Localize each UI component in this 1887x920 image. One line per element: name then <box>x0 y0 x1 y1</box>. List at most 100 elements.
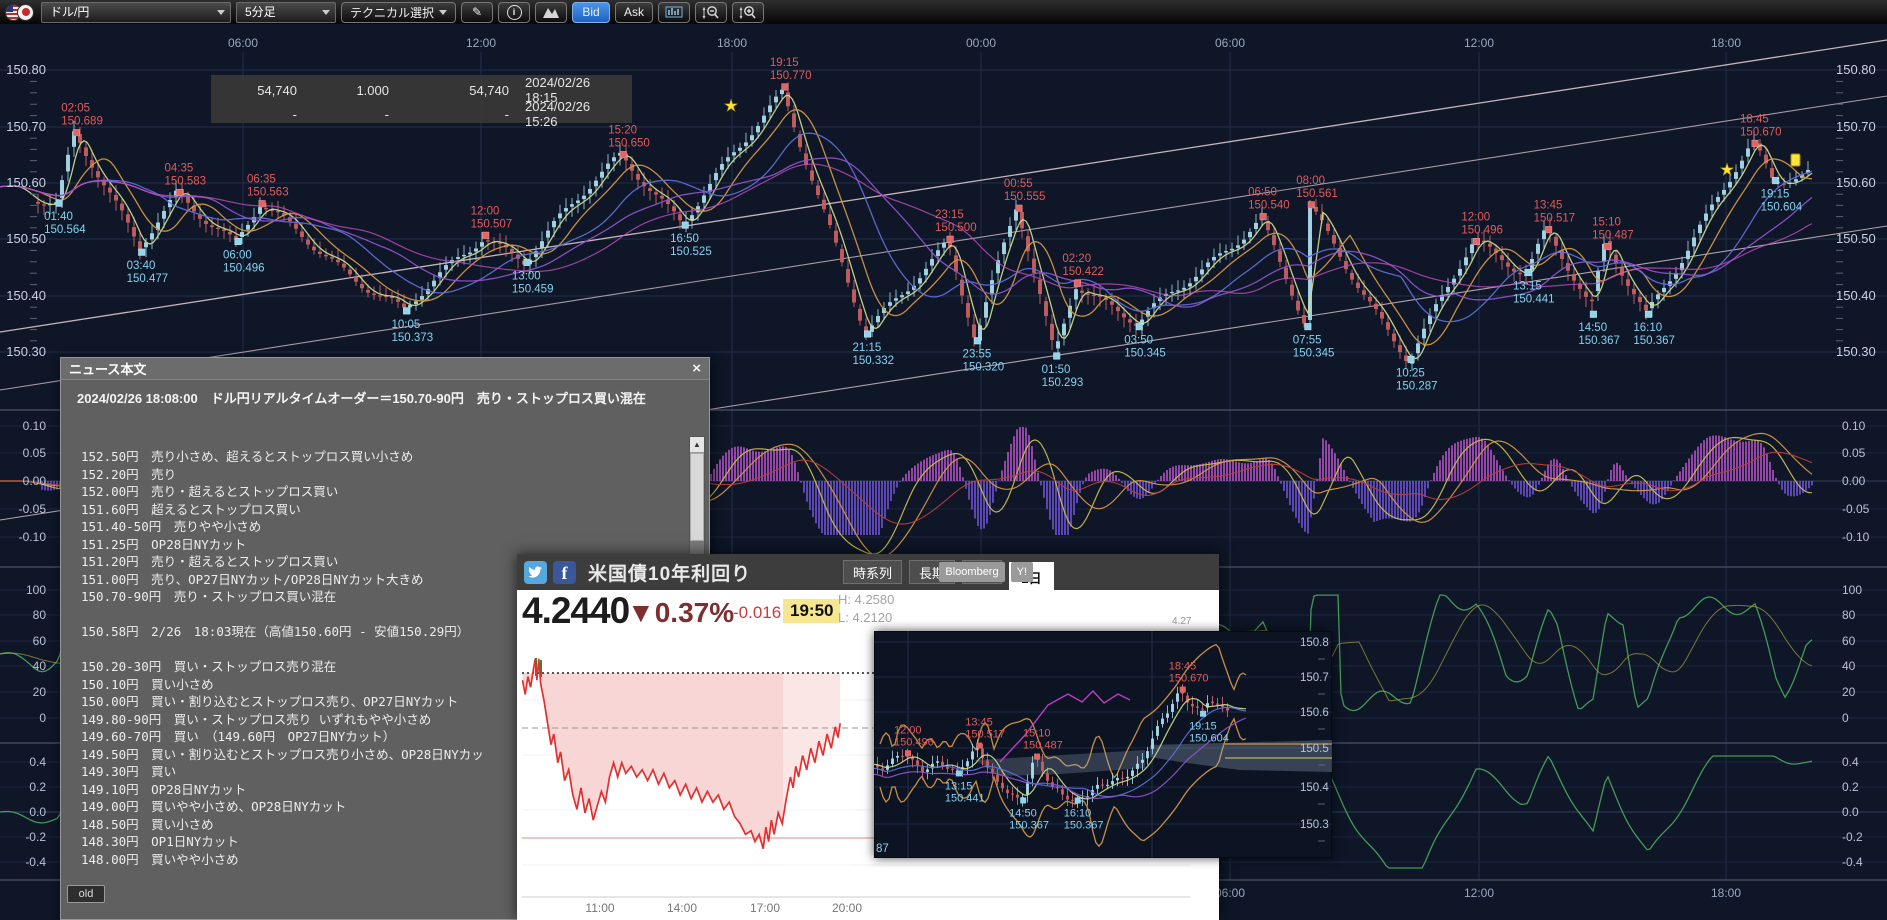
news-line: 152.00円 売り・超えるとストップロス買い <box>81 483 677 501</box>
bid-button[interactable]: Bid <box>572 2 610 23</box>
facebook-icon[interactable]: f <box>553 561 576 584</box>
zoom-out-icon <box>702 5 720 20</box>
yield-change-percent: ▼0.37% <box>627 597 734 629</box>
axis-label: 150.5 <box>1300 743 1329 755</box>
mountain-icon <box>542 5 560 19</box>
news-line: 152.20円 売り <box>81 466 677 484</box>
axis-label: 150.604 <box>1189 733 1229 745</box>
volume-display-button[interactable] <box>658 2 690 23</box>
swing-annotation: 16:10150.367 <box>1633 311 1675 347</box>
axis-label: 87 <box>876 843 889 855</box>
source-button-Y![interactable]: Y! <box>1011 562 1033 582</box>
timeframe-select[interactable]: 5分足 <box>236 2 336 23</box>
axis-label: 0.00 <box>23 474 47 488</box>
twitter-icon[interactable] <box>524 561 547 584</box>
swing-annotation: 08:00150.561 <box>1296 175 1338 208</box>
axis-label: 0.05 <box>23 446 47 460</box>
axis-label: 150.80 <box>6 62 46 77</box>
axis-label: 150.30 <box>1836 344 1876 359</box>
axis-label: 150.564 <box>44 224 86 236</box>
axis-label: 150.563 <box>247 187 289 199</box>
axis-label: 150.441 <box>1513 293 1555 305</box>
axis-label: 19:15 <box>1189 721 1217 733</box>
yield-high: H: 4.2580 <box>838 592 894 607</box>
axis-label: 0 <box>39 711 46 725</box>
zoom-in-button[interactable] <box>732 2 764 23</box>
pair-select[interactable]: ドル/円 <box>41 2 231 23</box>
axis-label: 0.2 <box>1842 780 1859 794</box>
axis-label: 150.500 <box>935 222 977 234</box>
axis-label: 06:35 <box>247 174 276 186</box>
axis-label: 06:00 <box>223 249 252 261</box>
scroll-thumb[interactable] <box>690 453 704 541</box>
yield-widget-header: f 米国債10年利回り 時系列長期1週1日 BloombergY! <box>517 554 1219 590</box>
axis-label: 150.367 <box>1633 335 1675 347</box>
source-button-Bloomberg[interactable]: Bloomberg <box>939 562 1004 582</box>
axis-label: 150.583 <box>164 175 206 187</box>
axis-label: 07:55 <box>1293 335 1322 347</box>
axis-label: 16:50 <box>670 233 699 245</box>
draw-pencil-button[interactable]: ✎ <box>461 2 493 23</box>
swing-annotation: 10:25150.287 <box>1396 356 1438 392</box>
old-button[interactable]: old <box>67 885 105 903</box>
timeframe-label: 5分足 <box>245 5 276 19</box>
axis-label: 14:50 <box>1578 322 1607 334</box>
ask-label: Ask <box>624 5 644 19</box>
chart-style-button[interactable] <box>535 2 567 23</box>
technical-select-button[interactable]: テクニカル選択 <box>341 2 456 23</box>
axis-label: 0.2 <box>29 780 46 794</box>
axis-label: 18:45 <box>1740 113 1769 125</box>
ask-button[interactable]: Ask <box>615 2 653 23</box>
axis-label: 00:55 <box>1004 178 1033 190</box>
swing-annotation: 07:55150.345 <box>1293 323 1335 359</box>
axis-label: 150.441 <box>945 792 985 804</box>
yield-tab-時系列[interactable]: 時系列 <box>843 560 902 584</box>
axis-label: 12:00 <box>1464 886 1494 900</box>
swing-annotation: 18:45150.670 <box>1740 113 1782 146</box>
axis-label: 150.604 <box>1761 202 1803 214</box>
axis-label: 13:15 <box>1513 280 1542 292</box>
axis-label: 20 <box>33 685 47 699</box>
news-line: 151.25円 OP28日NYカット <box>81 536 677 554</box>
trading-app: 06:0012:0018:0000:0006:0012:0018:0006:00… <box>0 0 1887 920</box>
scroll-up-arrow-icon[interactable]: ▲ <box>690 437 704 453</box>
news-line: 152.50円 売り小さめ、超えるとストップロス買い小さめ <box>81 448 677 466</box>
axis-label: 150.345 <box>1124 348 1166 360</box>
swing-annotation: 06:35150.563 <box>247 174 289 207</box>
technical-label: テクニカル選択 <box>350 4 434 21</box>
axis-label: -0.05 <box>19 502 47 516</box>
axis-label: -0.10 <box>19 530 47 544</box>
info-row: 54,740 1.000 54,740 2024/02/26 18:15 <box>211 75 632 99</box>
axis-label: 12:00 <box>466 36 496 50</box>
yield-widget-title: 米国債10年利回り <box>588 559 751 586</box>
chevron-down-icon <box>439 10 447 15</box>
axis-label: 18:00 <box>717 36 747 50</box>
axis-label: 100 <box>1842 583 1862 597</box>
zoom-out-button[interactable] <box>695 2 727 23</box>
axis-label: 0.05 <box>1842 446 1866 460</box>
news-line: 151.60円 超えるとストップロス買い <box>81 501 677 519</box>
info-button[interactable]: i <box>498 2 530 23</box>
axis-label: 06:50 <box>1248 187 1277 199</box>
axis-label: 150.496 <box>223 262 265 274</box>
axis-label: 13:45 <box>965 717 993 729</box>
news-window-titlebar[interactable]: ニュース本文 × <box>61 358 709 380</box>
axis-label: 150.50 <box>6 231 46 246</box>
axis-label: 150.50 <box>1836 231 1876 246</box>
axis-label: 150.293 <box>1042 377 1084 389</box>
price-flag-icon[interactable] <box>1791 154 1800 166</box>
axis-label: 100 <box>26 583 46 597</box>
axis-label: 150.80 <box>1836 62 1876 77</box>
axis-label: 14:50 <box>1009 807 1037 819</box>
inset-chart-window[interactable]: 150.8150.7150.6150.5150.4150.38712:00150… <box>874 631 1332 858</box>
axis-label: 12:00 <box>471 205 500 217</box>
axis-label: -0.4 <box>25 855 46 869</box>
axis-label: 0.10 <box>23 419 47 433</box>
axis-label: 150.3 <box>1300 819 1329 831</box>
ohlc-info-box: 54,740 1.000 54,740 2024/02/26 18:15 - -… <box>211 75 632 123</box>
axis-label: 40 <box>1842 659 1856 673</box>
close-icon[interactable]: × <box>692 361 701 376</box>
pencil-icon: ✎ <box>472 5 482 19</box>
axis-label: 150.770 <box>770 70 812 82</box>
axis-label: 150.540 <box>1248 200 1290 212</box>
